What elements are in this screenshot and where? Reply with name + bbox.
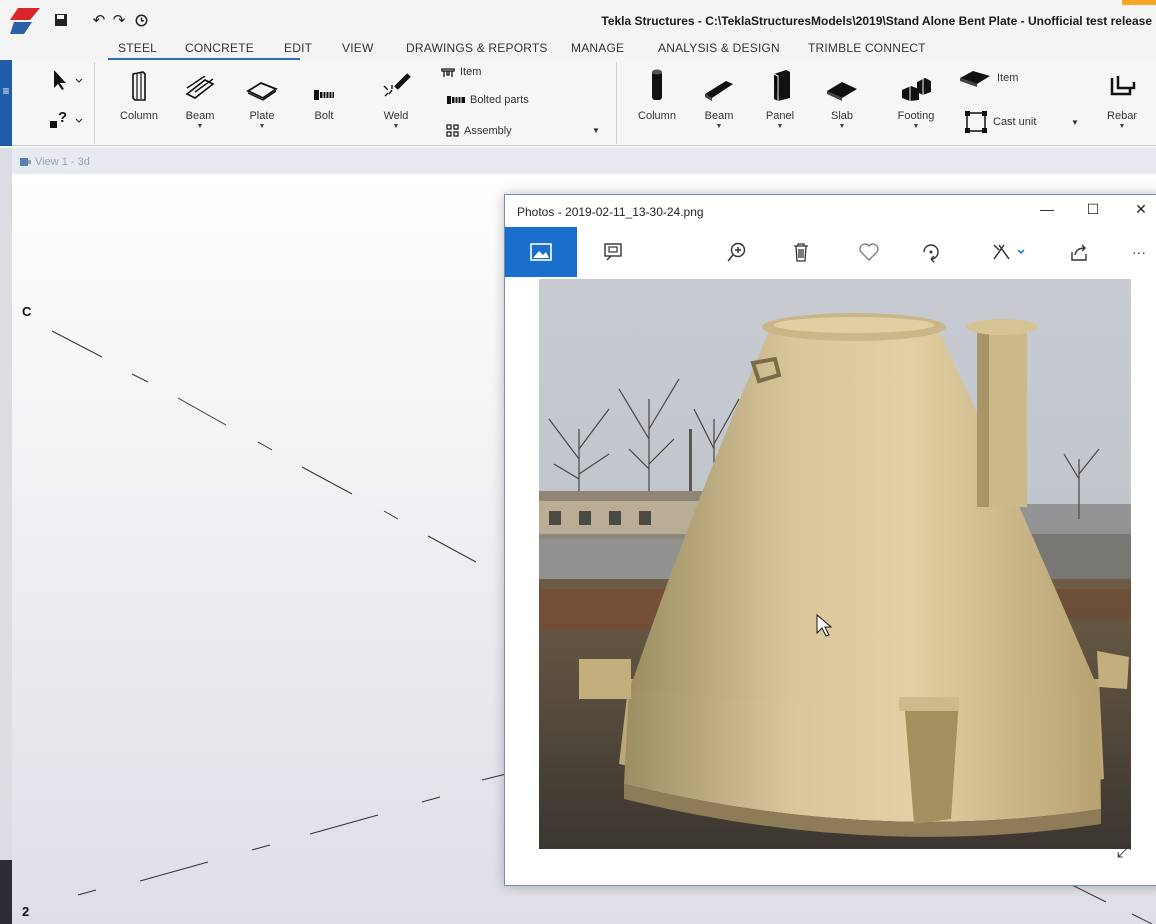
chevron-down-icon: ▼ — [392, 123, 400, 130]
rebar-icon — [1108, 66, 1136, 102]
menu-button[interactable]: ≡ — [0, 60, 12, 146]
photos-toolbar: ··· — [505, 227, 1156, 277]
ribbon: ≡ ? Column Beam ▼ Plate ▼ Bolt Weld ▼ It… — [0, 60, 1156, 146]
concrete-column-button[interactable]: Column — [634, 66, 680, 122]
weld-button[interactable]: Weld ▼ — [374, 66, 418, 130]
beam-icon — [183, 66, 217, 102]
concrete-beam-icon — [702, 66, 736, 102]
steel-column-button[interactable]: Column — [114, 66, 164, 122]
delete-icon[interactable] — [777, 227, 825, 277]
photos-window[interactable]: Photos - 2019-02-11_13-30-24.png — ☐ ✕ ·… — [504, 194, 1156, 886]
slab-button[interactable]: Slab ▼ — [820, 66, 864, 130]
item-button[interactable]: Item — [441, 66, 481, 78]
weld-icon — [380, 66, 412, 102]
grid-label-2: 2 — [22, 904, 30, 919]
select-arrow-icon[interactable] — [50, 68, 84, 92]
more-button[interactable]: ··· — [1115, 227, 1156, 277]
tab-concrete[interactable]: CONCRETE — [185, 41, 254, 55]
tab-analysis-design[interactable]: ANALYSIS & DESIGN — [658, 41, 780, 55]
assembly-button[interactable]: Assembly — [446, 124, 512, 137]
concrete-column-icon — [650, 66, 664, 102]
steel-beam-button[interactable]: Beam ▼ — [178, 66, 222, 130]
close-button[interactable]: ✕ — [1127, 201, 1155, 221]
view-3d-icon — [20, 158, 31, 166]
bolt-button[interactable]: Bolt — [302, 66, 346, 122]
edit-icon[interactable] — [979, 227, 1039, 277]
view-header: View 1 - 3d — [12, 148, 1156, 174]
svg-text:?: ? — [58, 109, 67, 126]
window-title: Tekla Structures - C:\TeklaStructuresMod… — [601, 14, 1152, 28]
slab-icon — [825, 66, 859, 102]
tab-drawings-reports[interactable]: DRAWINGS & REPORTS — [406, 41, 548, 55]
column-icon — [128, 66, 150, 102]
share-icon[interactable] — [1055, 227, 1103, 277]
slideshow-icon[interactable] — [589, 227, 637, 277]
displayed-photo[interactable] — [539, 279, 1131, 849]
tekla-app: ↶ ↷ Tekla Structures - C:\TeklaStructure… — [0, 0, 1156, 924]
bolt-icon — [313, 66, 335, 102]
history-icon[interactable] — [132, 10, 150, 30]
rotate-icon[interactable] — [907, 227, 955, 277]
chevron-down-icon: ▼ — [1118, 123, 1126, 130]
ribbon-divider — [616, 62, 617, 144]
rebar-button[interactable]: Rebar ▼ — [1098, 66, 1146, 130]
chevron-down-icon: ▼ — [838, 123, 846, 130]
tab-manage[interactable]: MANAGE — [571, 41, 624, 55]
favorite-icon[interactable] — [845, 227, 893, 277]
tab-edit[interactable]: EDIT — [284, 41, 312, 55]
zoom-in-icon[interactable] — [713, 227, 761, 277]
concrete-beam-button[interactable]: Beam ▼ — [698, 66, 740, 130]
expand-icon[interactable]: ⤢ — [1117, 841, 1131, 862]
grid-label-c: C — [22, 304, 32, 319]
item-icon — [441, 68, 455, 77]
footing-button[interactable]: Footing ▼ — [890, 66, 942, 130]
chevron-down-icon: ▼ — [196, 123, 204, 130]
concrete-item-button[interactable]: Item — [958, 68, 1018, 88]
save-icon[interactable] — [52, 10, 70, 30]
image-view-icon[interactable] — [505, 227, 577, 277]
plate-button[interactable]: Plate ▼ — [238, 66, 286, 130]
redo-icon[interactable]: ↷ — [110, 10, 128, 30]
maximize-button[interactable]: ☐ — [1079, 201, 1107, 221]
chevron-down-icon: ▼ — [776, 123, 784, 130]
left-panel-edge — [0, 148, 12, 924]
undo-icon[interactable]: ↶ — [90, 10, 108, 30]
view-tab[interactable]: View 1 - 3d — [20, 156, 90, 168]
tank-photo-illustration — [539, 279, 1131, 849]
panel-button[interactable]: Panel ▼ — [758, 66, 802, 130]
chevron-down-icon: ▼ — [715, 123, 723, 130]
bolted-parts-button[interactable]: Bolted parts — [447, 94, 529, 106]
footing-icon — [899, 66, 933, 102]
plate-icon — [245, 66, 279, 102]
panel-icon — [768, 66, 792, 102]
title-bar: ↶ ↷ Tekla Structures - C:\TeklaStructure… — [0, 0, 1156, 38]
tekla-logo — [10, 8, 40, 34]
assembly-icon — [446, 124, 459, 137]
left-panel-edge-dark — [0, 860, 12, 924]
minimize-button[interactable]: — — [1033, 201, 1061, 221]
concrete-group-expand-icon[interactable]: ▼ — [1071, 118, 1079, 127]
tab-trimble-connect[interactable]: TRIMBLE CONNECT — [808, 41, 926, 55]
cast-unit-button[interactable]: Cast unit — [964, 110, 1036, 134]
help-icon[interactable]: ? — [48, 108, 84, 132]
steel-group-expand-icon[interactable]: ▼ — [592, 126, 600, 135]
tab-steel[interactable]: STEEL — [118, 41, 157, 55]
accent-bar — [1122, 0, 1156, 5]
concrete-item-icon — [960, 71, 990, 87]
bolted-parts-icon — [447, 96, 465, 104]
photos-title: Photos - 2019-02-11_13-30-24.png — [517, 205, 704, 219]
chevron-down-icon: ▼ — [258, 123, 266, 130]
chevron-down-icon: ▼ — [912, 123, 920, 130]
tab-view[interactable]: VIEW — [342, 41, 373, 55]
ribbon-tabs: STEEL CONCRETE EDIT VIEW DRAWINGS & REPO… — [12, 38, 1156, 60]
ribbon-divider — [94, 62, 95, 144]
cast-unit-icon — [965, 111, 987, 133]
